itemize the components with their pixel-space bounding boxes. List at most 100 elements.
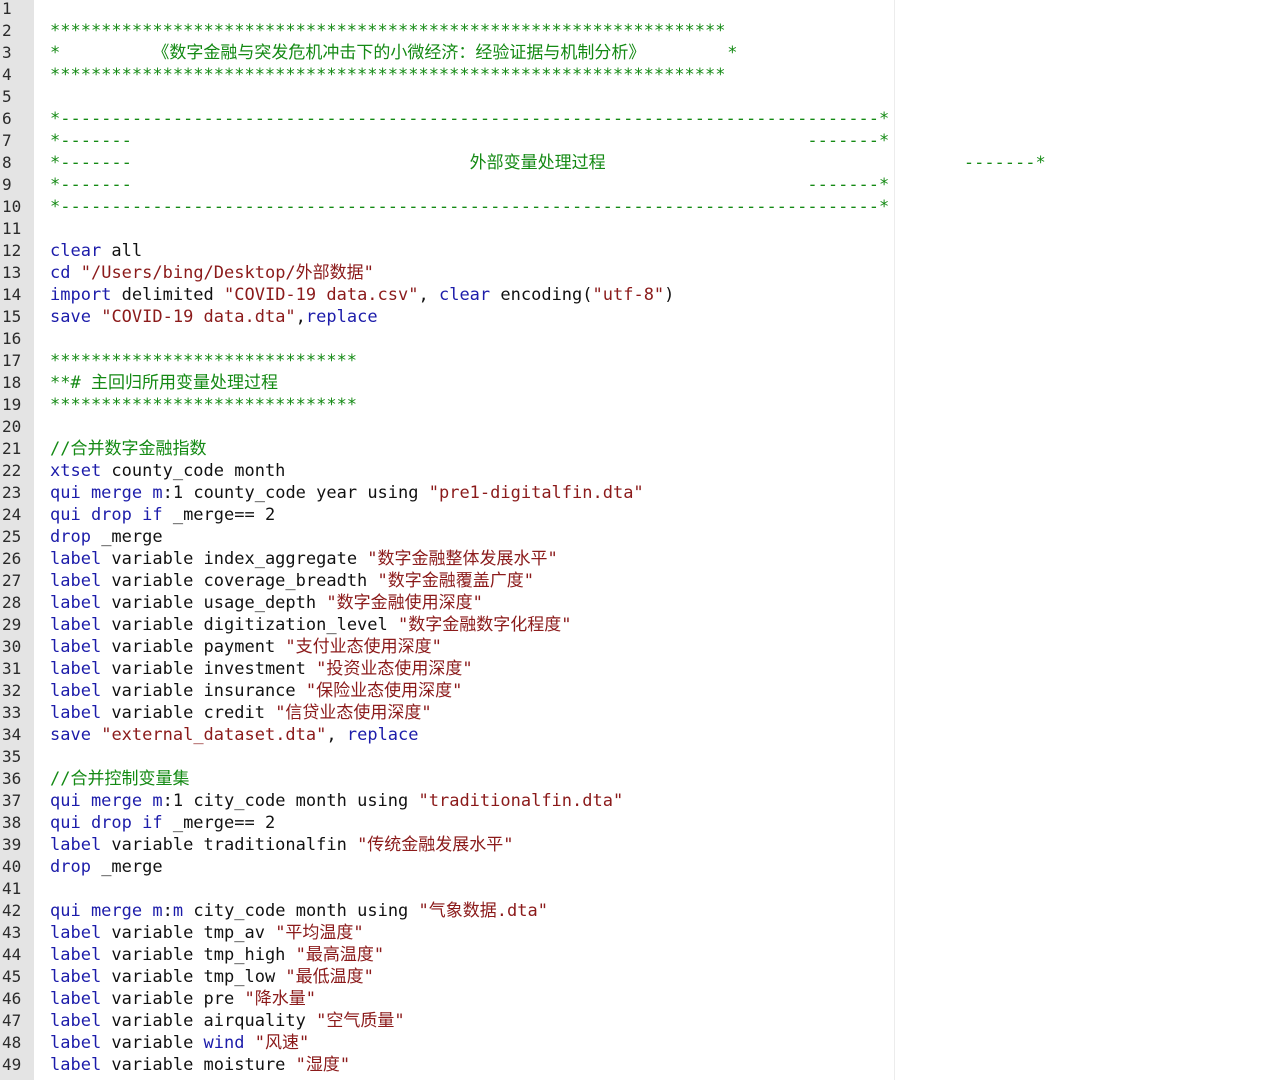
- code-line[interactable]: qui merge m:1 city_code month using "tra…: [50, 790, 623, 812]
- code-token-plain: encoding(: [490, 285, 593, 305]
- code-token-comment: ******************************: [50, 351, 358, 371]
- line-number: 36: [2, 769, 22, 788]
- code-line[interactable]: ****************************************…: [50, 64, 726, 86]
- line-number: 46: [2, 989, 22, 1008]
- code-token-cmd: label: [50, 681, 102, 701]
- code-line[interactable]: label variable coverage_breadth "数字金融覆盖广…: [50, 570, 534, 592]
- line-number: 21: [2, 439, 22, 458]
- code-line[interactable]: label variable moisture "湿度": [50, 1054, 350, 1076]
- code-token-cmd: label: [50, 1055, 102, 1075]
- code-line[interactable]: save "external_dataset.dta", replace: [50, 724, 419, 746]
- code-line[interactable]: import delimited "COVID-19 data.csv", cl…: [50, 284, 674, 306]
- code-line[interactable]: qui drop if _merge== 2: [50, 504, 275, 526]
- code-line[interactable]: *---------------------------------------…: [50, 196, 889, 218]
- code-token-plain: variable tmp_low: [101, 967, 286, 987]
- code-line[interactable]: label variable pre "降水量": [50, 988, 316, 1010]
- code-token-comment: *------- 外部变量处理过程 -------*: [50, 153, 1046, 173]
- line-number: 23: [2, 483, 22, 502]
- code-line[interactable]: *------- -------*: [50, 130, 889, 152]
- code-token-cmd: qui drop if: [50, 813, 163, 833]
- code-line[interactable]: label variable usage_depth "数字金融使用深度": [50, 592, 483, 614]
- line-number: 31: [2, 659, 22, 678]
- code-line[interactable]: label variable tmp_low "最低温度": [50, 966, 374, 988]
- code-line[interactable]: *------- -------*: [50, 174, 889, 196]
- code-token-cmd: save: [50, 725, 91, 745]
- code-token-cmd: drop: [50, 527, 91, 547]
- code-token-cmd: replace: [305, 307, 378, 327]
- code-token-plain: variable airquality: [101, 1011, 317, 1031]
- code-token-plain: _merge: [90, 527, 163, 547]
- code-line[interactable]: label variable tmp_high "最高温度": [50, 944, 384, 966]
- code-line[interactable]: qui merge m:1 county_code year using "pr…: [50, 482, 644, 504]
- line-number: 41: [2, 879, 22, 898]
- code-token-cmd: qui merge: [50, 483, 143, 503]
- code-token-cmd: qui merge: [50, 901, 143, 921]
- code-token-cmd: label: [50, 923, 102, 943]
- code-line[interactable]: drop _merge: [50, 526, 163, 548]
- code-line[interactable]: label variable airquality "空气质量": [50, 1010, 405, 1032]
- code-token-plain: _merge== 2: [162, 505, 276, 525]
- line-number-gutter: 1 2 3 4 5 6 7 8 9 10 11 12 13 14 15 16 17 18 19 20 21 22 23 24 2…: [0, 0, 34, 1080]
- code-token-plain: variable insurance: [101, 681, 306, 701]
- code-line[interactable]: ******************************: [50, 350, 357, 372]
- line-number: 9: [2, 175, 12, 194]
- code-token-cmd: qui merge: [50, 791, 143, 811]
- code-line[interactable]: *---------------------------------------…: [50, 108, 889, 130]
- code-token-str: "投资业态使用深度": [316, 659, 473, 679]
- line-number: 33: [2, 703, 22, 722]
- code-line[interactable]: qui drop if _merge== 2: [50, 812, 275, 834]
- code-line[interactable]: label variable tmp_av "平均温度": [50, 922, 364, 944]
- code-token-cmd: label: [50, 967, 102, 987]
- code-line[interactable]: clear all: [50, 240, 142, 262]
- code-token-plain: ,: [418, 285, 439, 305]
- code-line[interactable]: qui merge m:m city_code month using "气象数…: [50, 900, 548, 922]
- code-line[interactable]: cd "/Users/bing/Desktop/外部数据": [50, 262, 374, 284]
- code-token-plain: ,: [326, 725, 347, 745]
- code-line[interactable]: label variable wind "风速": [50, 1032, 309, 1054]
- code-line[interactable]: label variable insurance "保险业态使用深度": [50, 680, 462, 702]
- do-file-editor[interactable]: 1 2 3 4 5 6 7 8 9 10 11 12 13 14 15 16 17 18 19 20 21 22 23 24 2…: [0, 0, 1276, 1080]
- code-text-area[interactable]: ****************************** **********…: [50, 0, 1276, 1080]
- code-token-str: "气象数据.dta": [418, 901, 548, 921]
- code-line[interactable]: //合并控制变量集: [50, 768, 189, 790]
- code-line[interactable]: label variable traditionalfin "传统金融发展水平": [50, 834, 514, 856]
- code-token-cmd: label: [50, 571, 102, 591]
- line-number: 18: [2, 373, 22, 392]
- code-token-cmd: label: [50, 1033, 102, 1053]
- code-token-plain: ): [664, 285, 675, 305]
- code-token-cmd: label: [50, 615, 102, 635]
- code-line[interactable]: **# 主回归所用变量处理过程: [50, 372, 278, 394]
- code-line[interactable]: //合并数字金融指数: [50, 438, 206, 460]
- line-number: 19: [2, 395, 22, 414]
- code-line[interactable]: ******************************: [50, 394, 357, 416]
- code-token-cmd: m: [152, 483, 163, 503]
- code-line[interactable]: label variable index_aggregate "数字金融整体发展…: [50, 548, 558, 570]
- code-token-comment: ****************************************…: [50, 21, 726, 41]
- code-line[interactable]: drop _merge: [50, 856, 163, 878]
- code-token-plain: variable coverage_breadth: [101, 571, 378, 591]
- code-token-str: "COVID-19 data.dta": [101, 307, 296, 327]
- code-line[interactable]: label variable payment "支付业态使用深度": [50, 636, 442, 658]
- code-token-str: "数字金融整体发展水平": [367, 549, 558, 569]
- code-line[interactable]: *------- 外部变量处理过程 -------*: [50, 152, 1046, 174]
- code-token-str: "平均温度": [275, 923, 364, 943]
- code-line[interactable]: save "COVID-19 data.dta",replace: [50, 306, 378, 328]
- code-token-cmd: wind: [203, 1033, 245, 1053]
- code-token-str: "数字金融覆盖广度": [377, 571, 535, 591]
- code-line[interactable]: ****************************************…: [50, 20, 726, 42]
- code-line[interactable]: xtset county_code month: [50, 460, 285, 482]
- code-line[interactable]: label variable credit "信贷业态使用深度": [50, 702, 432, 724]
- line-number: 26: [2, 549, 22, 568]
- code-line[interactable]: label variable investment "投资业态使用深度": [50, 658, 473, 680]
- line-number: 6: [2, 109, 12, 128]
- code-token-comment: *------- -------*: [50, 131, 890, 151]
- line-number: 40: [2, 857, 22, 876]
- code-token-str: "最低温度": [285, 967, 374, 987]
- code-token-plain: :1 city_code month using: [162, 791, 419, 811]
- code-line[interactable]: label variable digitization_level "数字金融数…: [50, 614, 571, 636]
- line-number: 25: [2, 527, 22, 546]
- line-number: 29: [2, 615, 22, 634]
- code-line[interactable]: * 《数字金融与突发危机冲击下的小微经济：经验证据与机制分析》 *: [50, 42, 737, 64]
